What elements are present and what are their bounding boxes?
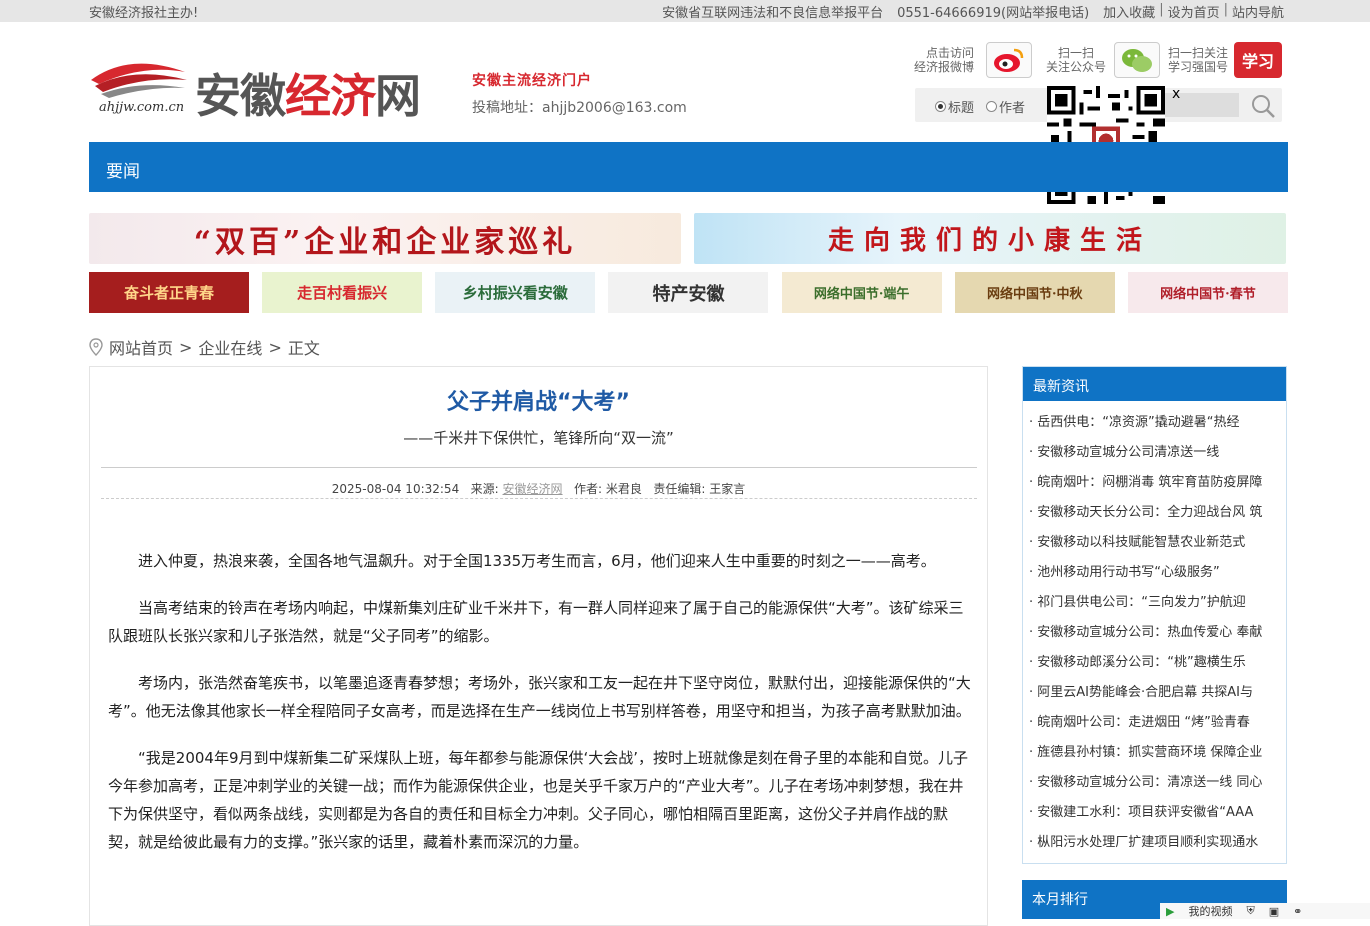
search-option-author[interactable]: 作者 (986, 97, 1025, 116)
author-name: 米君良 (605, 482, 642, 496)
breadcrumb-separator: > (179, 337, 193, 357)
wechat-label: 扫一扫 关注公众号 (1046, 46, 1107, 74)
shield-icon[interactable]: ⛨ (1246, 904, 1254, 918)
breadcrumb-category[interactable]: 企业在线 (198, 335, 262, 359)
wechat-follow[interactable]: 扫一扫 关注公众号 (1046, 42, 1161, 78)
add-favorite-link[interactable]: 加入收藏 (1099, 2, 1159, 21)
divider (101, 498, 977, 499)
radio-icon (986, 101, 997, 112)
logo-domain: ahjjw.com.cn (99, 100, 185, 115)
divider (101, 467, 977, 468)
banner-double-hundred[interactable]: “双百”企业和企业家巡礼 (89, 213, 681, 264)
logo-text: 安徽经济网 (195, 69, 421, 123)
browser-status-strip: ▶ 我的视频 ⛨ ▣ ⚭ (1160, 903, 1370, 919)
search-option-title[interactable]: 标题 (935, 97, 974, 116)
host-note: 安徽经济报社主办! (89, 6, 199, 21)
article-paragraph: “我是2004年9月到中煤新集二矿采煤队上班，每年都参与能源保供‘大会战’，按时… (108, 749, 969, 851)
article-body: 进入仲夏，热浪来袭，全国各地气温飙升。对于全国1335万考生而言，6月，他们迎来… (108, 547, 972, 875)
banner-youth[interactable]: 奋斗者正青春 (89, 272, 249, 313)
qr-close-button[interactable]: x (1172, 86, 1180, 102)
weibo-follow[interactable]: 点击访问 经济报微博 (914, 42, 1033, 78)
banner-village[interactable]: 走百村看振兴 (262, 272, 423, 313)
nav-item-news[interactable]: 要闻 (106, 157, 140, 182)
latest-news-list: · 岳西供电：“凉资源”撬动避暑“热经 · 安徽移动宣城分公司清凉送一线 · 皖… (1023, 401, 1286, 858)
report-phone: 0551-64666919(网站举报电话) (897, 6, 1090, 21)
site-slogan: 安徽主流经济门户 (472, 73, 592, 89)
xuexi-label: 扫一扫关注 学习强国号 (1168, 46, 1229, 74)
news-item[interactable]: · 池州移动用行动书写“心级服务” (1023, 558, 1286, 588)
news-item[interactable]: · 阿里云AI势能峰会·合肥启幕 共探AI与 (1023, 678, 1286, 708)
site-nav-link[interactable]: 站内导航 (1228, 2, 1288, 21)
article-subtitle: ——千米井下保供忙，笔锋所向“双一流” (403, 429, 674, 447)
xuexi-follow[interactable]: 扫一扫关注 学习强国号 学习 (1168, 42, 1283, 78)
top-utility-bar: 安徽经济报社主办! 安徽省互联网违法和不良信息举报平台 0551-6466691… (0, 0, 1370, 22)
location-pin-icon (89, 338, 103, 356)
breadcrumb-separator: > (268, 337, 282, 357)
weibo-icon[interactable] (986, 42, 1033, 78)
news-item[interactable]: · 安徽建工水利：项目获评安徽省“AAA (1023, 798, 1286, 828)
source-label: 来源: (470, 482, 499, 496)
banner-xiaokang[interactable]: 走向我们的小康生活 (694, 213, 1286, 264)
news-item[interactable]: · 旌德县孙村镇：抓实营商环境 保障企业 (1023, 738, 1286, 768)
news-item[interactable]: · 岳西供电：“凉资源”撬动避暑“热经 (1023, 408, 1286, 438)
publish-datetime: 2025-08-04 10:32:54 (331, 482, 460, 496)
news-item[interactable]: · 安徽移动天长分公司：全力迎战台风 筑 (1023, 498, 1286, 528)
video-play-icon[interactable]: ▶ (1166, 905, 1174, 918)
news-item[interactable]: · 祁门县供电公司：“三向发力”护航迎 (1023, 588, 1286, 618)
banner-dragon-boat[interactable]: 网络中国节·端午 (781, 272, 942, 313)
article: 父子并肩战“大考” ——千米井下保供忙，笔锋所向“双一流” 2025-08-04… (89, 366, 988, 926)
news-item[interactable]: · 皖南烟叶公司：走进烟田 “烤”验青春 (1023, 708, 1286, 738)
latest-news-panel: 最新资讯 · 岳西供电：“凉资源”撬动避暑“热经 · 安徽移动宣城分公司清凉送一… (1022, 366, 1287, 864)
topic-banner-row: 奋斗者正青春 走百村看振兴 乡村振兴看安徽 特产安徽 网络中国节·端午 网络中国… (89, 272, 1288, 313)
main-nav: 要闻 (89, 142, 1288, 192)
breadcrumb-current: 正文 (287, 339, 320, 358)
weibo-label: 点击访问 经济报微博 (914, 46, 975, 74)
link-icon[interactable]: ⚭ (1293, 905, 1302, 918)
image-icon[interactable]: ▣ (1269, 905, 1279, 918)
wechat-icon[interactable] (1114, 42, 1161, 78)
article-title: 父子并肩战“大考” (447, 390, 630, 415)
logo-wing-icon (91, 63, 187, 98)
source-link[interactable]: 安徽经济网 (503, 482, 563, 496)
article-paragraph: 考场内，张浩然奋笔疾书，以笔墨追逐青春梦想；考场外，张兴家和工友一起在井下坚守岗… (108, 674, 971, 720)
editor-label: 责任编辑: (653, 482, 706, 496)
article-paragraph: 进入仲夏，热浪来袭，全国各地气温飙升。对于全国1335万考生而言，6月，他们迎来… (138, 552, 936, 570)
news-item[interactable]: · 皖南烟叶：闷棚消毒 筑牢育苗防疫屏障 (1023, 468, 1286, 498)
latest-news-title: 最新资讯 (1023, 367, 1286, 401)
my-video-link[interactable]: 我的视频 (1188, 903, 1232, 919)
search-icon[interactable] (1250, 93, 1276, 119)
news-item[interactable]: · 安徽移动郎溪分公司：“桃”趣横生乐 (1023, 648, 1286, 678)
news-item[interactable]: · 安徽移动以科技赋能智慧农业新范式 (1023, 528, 1286, 558)
banner-rural-revival[interactable]: 乡村振兴看安徽 (435, 272, 596, 313)
banner-specialty[interactable]: 特产安徽 (608, 272, 769, 313)
report-platform-link[interactable]: 安徽省互联网违法和不良信息举报平台 (658, 2, 887, 21)
author-label: 作者: (574, 482, 603, 496)
banner-mid-autumn[interactable]: 网络中国节·中秋 (954, 272, 1115, 313)
xuexi-icon[interactable]: 学习 (1234, 42, 1283, 78)
submit-email: 投稿地址：ahjjb2006@163.com (472, 100, 687, 116)
site-logo[interactable]: 安徽经济网 ahjjw.com.cn (89, 44, 449, 123)
news-item[interactable]: · 安徽移动宣城分公司：清凉送一线 同心 (1023, 768, 1286, 798)
editor-name: 王家言 (709, 482, 746, 496)
news-item[interactable]: · 安徽移动宣城分公司清凉送一线 (1023, 438, 1286, 468)
breadcrumb: 网站首页 > 企业在线 > 正文 (89, 335, 320, 359)
radio-selected-icon (935, 101, 946, 112)
article-meta: 2025-08-04 10:32:54 来源: 安徽经济网 作者: 米君良 责任… (90, 480, 987, 497)
banner-spring-festival[interactable]: 网络中国节·春节 (1127, 272, 1288, 313)
top-links: 安徽省互联网违法和不良信息举报平台 0551-64666919(网站举报电话) … (658, 2, 1288, 21)
news-item[interactable]: · 安徽移动宣城分公司：热血传爱心 奉献 (1023, 618, 1286, 648)
breadcrumb-home[interactable]: 网站首页 (109, 335, 173, 359)
article-paragraph: 当高考结束的铃声在考场内响起，中煤新集刘庄矿业千米井下，有一群人同样迎来了属于自… (108, 599, 964, 645)
news-item[interactable]: · 枞阳污水处理厂扩建项目顺利实现通水 (1023, 828, 1286, 858)
set-homepage-link[interactable]: 设为首页 (1164, 2, 1224, 21)
